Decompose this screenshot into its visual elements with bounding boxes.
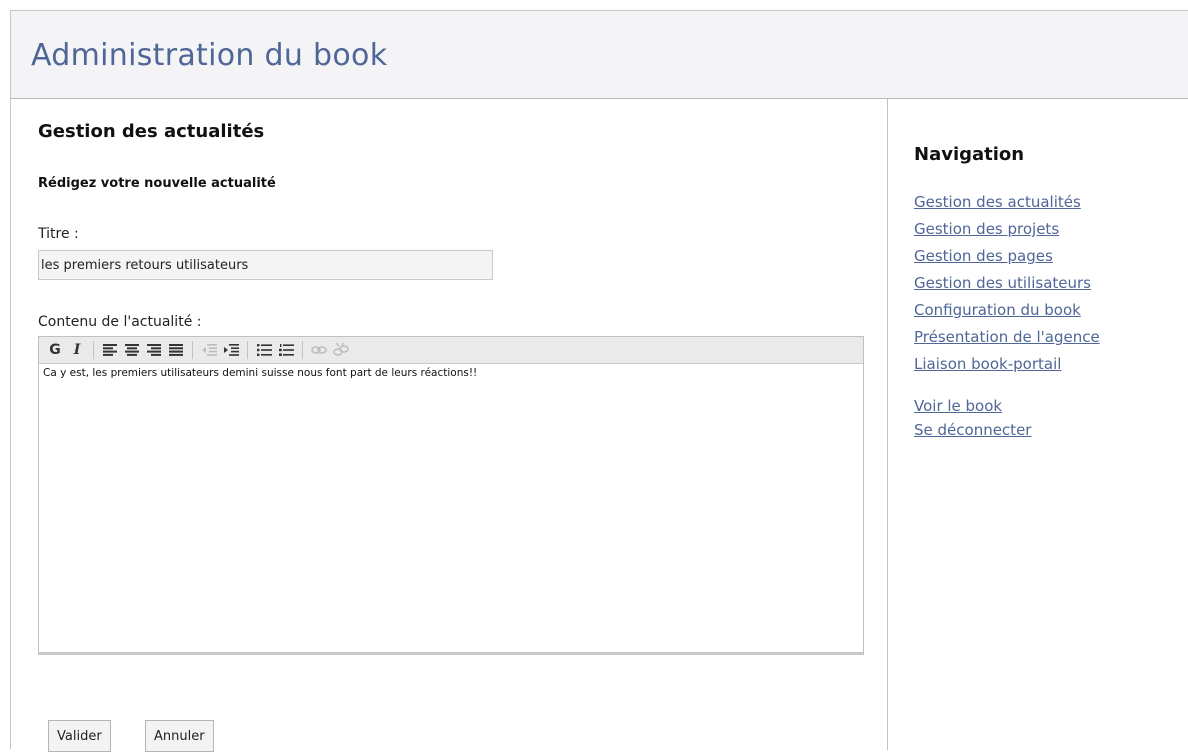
bullet-list-icon[interactable] [254, 340, 274, 360]
align-right-icon[interactable] [144, 340, 164, 360]
admin-frame: Administration du book Gestion des actua… [10, 10, 1188, 752]
nav-links: Gestion des actualités Gestion des proje… [914, 190, 1100, 379]
nav-secondary-links: Voir le book Se déconnecter [914, 395, 1031, 443]
logout-link[interactable]: Se déconnecter [914, 421, 1031, 439]
nav-link-pages[interactable]: Gestion des pages [914, 247, 1053, 265]
content-label: Contenu de l'actualité : [38, 314, 202, 330]
sidebar: Navigation Gestion des actualités Gestio… [888, 99, 1188, 750]
toolbar-separator [192, 341, 193, 359]
page-title: Administration du book [31, 38, 388, 73]
nav-link-configuration[interactable]: Configuration du book [914, 301, 1081, 319]
nav-link-actualites[interactable]: Gestion des actualités [914, 193, 1081, 211]
align-justify-icon[interactable] [166, 340, 186, 360]
title-input[interactable] [38, 250, 493, 280]
outdent-icon[interactable] [199, 340, 219, 360]
align-center-icon[interactable] [122, 340, 142, 360]
nav-link-liaison[interactable]: Liaison book-portail [914, 355, 1061, 373]
nav-link-utilisateurs[interactable]: Gestion des utilisateurs [914, 274, 1091, 292]
main-content: Gestion des actualités Rédigez votre nou… [11, 99, 887, 752]
toolbar-separator [302, 341, 303, 359]
unlink-icon[interactable] [331, 340, 351, 360]
indent-icon[interactable] [221, 340, 241, 360]
cancel-button[interactable]: Annuler [145, 720, 214, 752]
submit-button[interactable]: Valider [48, 720, 111, 752]
view-book-link[interactable]: Voir le book [914, 397, 1002, 415]
editor-content[interactable]: Ca y est, les premiers utilisateurs demi… [39, 364, 863, 382]
italic-button[interactable]: I [67, 340, 87, 360]
bold-button[interactable]: G [45, 340, 65, 360]
form-subtitle: Rédigez votre nouvelle actualité [38, 176, 276, 191]
nav-title: Navigation [914, 144, 1025, 165]
title-label: Titre : [38, 226, 79, 242]
toolbar-separator [247, 341, 248, 359]
page-header: Administration du book [11, 11, 1188, 99]
rich-text-editor: G I Ca y est, les premiers utilisateurs … [38, 336, 864, 655]
editor-toolbar: G I [39, 337, 863, 364]
align-left-icon[interactable] [100, 340, 120, 360]
nav-link-projets[interactable]: Gestion des projets [914, 220, 1059, 238]
section-title: Gestion des actualités [38, 121, 265, 142]
numbered-list-icon[interactable] [276, 340, 296, 360]
nav-link-presentation[interactable]: Présentation de l'agence [914, 328, 1100, 346]
link-icon[interactable] [309, 340, 329, 360]
toolbar-separator [93, 341, 94, 359]
